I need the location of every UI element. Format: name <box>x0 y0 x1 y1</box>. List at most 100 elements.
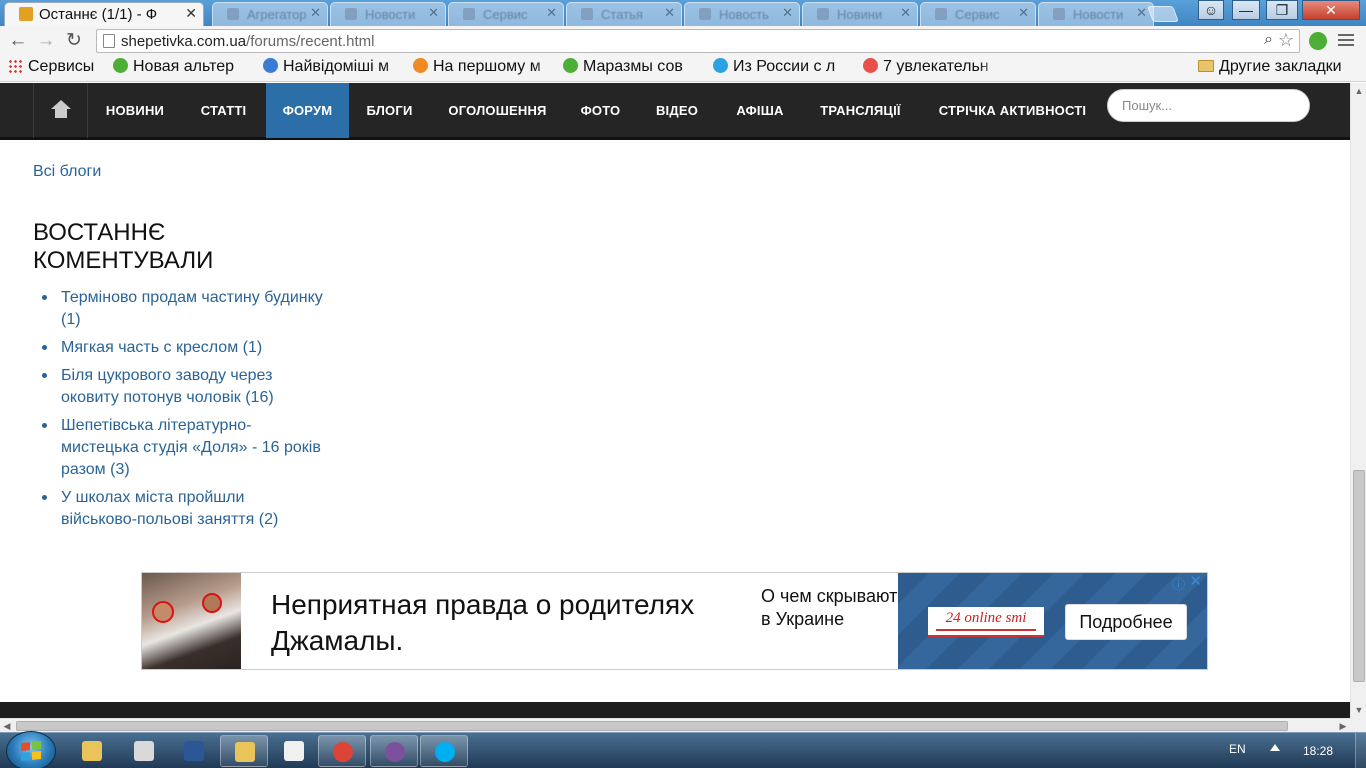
home-button[interactable] <box>33 83 88 138</box>
taskbar-app-word[interactable] <box>170 735 218 767</box>
tab-close-icon[interactable]: ✕ <box>782 5 793 21</box>
comment-count: (2) <box>258 511 279 528</box>
tab-close-icon[interactable]: ✕ <box>310 5 321 21</box>
nav-item[interactable]: ФОРУМ <box>266 83 349 138</box>
horizontal-scrollbar[interactable]: ◀ ▶ <box>0 718 1350 732</box>
tab-title: Сервис <box>955 7 1000 22</box>
forward-button[interactable]: → <box>34 29 58 53</box>
ad-close-icon[interactable]: ✕ <box>1189 572 1202 590</box>
image-icon <box>263 58 278 73</box>
nav-item[interactable]: ФОТО <box>565 83 636 138</box>
nav-item[interactable]: СТРІЧКА АКТИВНОСТІ <box>919 83 1106 138</box>
start-button[interactable] <box>6 731 56 768</box>
taskbar-app-chrome[interactable] <box>318 735 366 767</box>
bookmark-item[interactable]: Новая альтер <box>113 58 258 80</box>
zoom-icon[interactable]: ⌕ <box>1264 31 1273 49</box>
bookmark-item[interactable]: Маразмы сов <box>563 58 708 80</box>
user-profile-button[interactable]: ☺ <box>1198 0 1224 20</box>
chrome-menu-icon[interactable] <box>1338 31 1354 51</box>
maximize-button[interactable]: ❐ <box>1266 0 1298 20</box>
comment-link[interactable]: Шепетівська літературно-мистецька студія… <box>61 417 321 478</box>
ad-info-icon[interactable]: ⓘ <box>1172 574 1185 593</box>
bookmark-item[interactable]: На першому м <box>413 58 558 80</box>
tab-close-icon[interactable]: ✕ <box>428 5 439 21</box>
taskbar-app-apps[interactable] <box>270 735 318 767</box>
comment-link[interactable]: Мягкая часть с креслом (1) <box>61 339 262 356</box>
bookmark-item[interactable]: Найвідоміші м <box>263 58 408 80</box>
tab-close-icon[interactable]: ✕ <box>1018 5 1029 21</box>
extension-icon[interactable] <box>1309 32 1327 50</box>
tab-background[interactable]: Статья ✕ <box>566 2 682 26</box>
scroll-down-icon[interactable]: ▼ <box>1351 702 1366 718</box>
tab-active[interactable]: Останнє (1/1) - Ф ✕ <box>4 2 204 26</box>
tab-background[interactable]: Агрегатор ✕ <box>212 2 328 26</box>
reload-button[interactable]: ↻ <box>62 29 86 53</box>
comment-link[interactable]: Біля цукрового заводу через оковиту пото… <box>61 367 274 406</box>
window-close-button[interactable]: ✕ <box>1302 0 1360 20</box>
scroll-up-icon[interactable]: ▲ <box>1351 83 1366 99</box>
tray-expand-icon[interactable] <box>1270 744 1280 751</box>
taskbar-app-viber[interactable] <box>370 735 418 767</box>
vertical-scroll-thumb[interactable] <box>1353 470 1365 682</box>
tab-background[interactable]: Новости ✕ <box>1038 2 1154 26</box>
ad-banner[interactable]: Неприятная правда о родителях Джамалы. О… <box>141 572 1208 670</box>
tab-close-icon[interactable]: ✕ <box>664 5 675 21</box>
tab-background[interactable]: Сервис ✕ <box>920 2 1036 26</box>
nav-item[interactable]: СТАТТІ <box>182 83 265 138</box>
bookmark-item[interactable]: Из России с л <box>713 58 858 80</box>
bookmark-item[interactable]: Сервисы <box>8 58 108 80</box>
tab-background[interactable]: Сервис ✕ <box>448 2 564 26</box>
language-indicator[interactable]: EN <box>1229 742 1246 756</box>
scroll-left-icon[interactable]: ◀ <box>0 719 14 733</box>
nav-item[interactable]: НОВИНИ <box>88 83 182 138</box>
back-button[interactable]: ← <box>6 29 30 53</box>
tab-close-icon[interactable]: ✕ <box>900 5 911 21</box>
bookmark-label: 7 увлекательн <box>883 58 989 75</box>
nav-item[interactable]: ТРАНСЛЯЦІЇ <box>802 83 919 138</box>
minimize-button[interactable]: — <box>1232 0 1260 20</box>
new-tab-button[interactable] <box>1147 6 1179 22</box>
ad-headline[interactable]: Неприятная правда о родителях Джамалы. <box>271 587 751 659</box>
folder-icon <box>235 742 255 762</box>
comment-title: У школах міста пройшли військово-польові… <box>61 489 255 528</box>
site-nav: НОВИНИ СТАТТІ ФОРУМ БЛОГИ ОГОЛОШЕННЯ ФОТО ВІДЕ… <box>0 83 1350 140</box>
address-bar[interactable]: shepetivka.com.ua/forums/recent.html ⌕ ☆ <box>96 29 1300 53</box>
scroll-right-icon[interactable]: ▶ <box>1336 719 1350 733</box>
tab-close-icon[interactable]: ✕ <box>185 5 197 22</box>
other-bookmarks[interactable]: Другие закладки <box>1198 58 1342 80</box>
chrome-icon <box>333 742 353 762</box>
bookmark-item[interactable]: 7 увлекательн <box>863 58 1003 80</box>
pinwheel-icon <box>863 58 878 73</box>
site-search-input[interactable] <box>1107 89 1310 122</box>
tab-close-icon[interactable]: ✕ <box>546 5 557 21</box>
taskbar-app-calendar[interactable] <box>120 735 168 767</box>
recent-comments-list: Терміново продам частину будинку (1) Мягк… <box>33 287 323 537</box>
comment-link[interactable]: У школах міста пройшли військово-польові… <box>61 489 278 528</box>
nav-item[interactable]: ВІДЕО <box>636 83 718 138</box>
tab-background[interactable]: Новини ✕ <box>802 2 918 26</box>
list-item: Терміново продам частину будинку (1) <box>33 287 323 331</box>
taskbar-app-folder[interactable] <box>220 735 268 767</box>
tab-background[interactable]: Новости ✕ <box>330 2 446 26</box>
comment-link[interactable]: Терміново продам частину будинку (1) <box>61 289 323 328</box>
ad-subtext[interactable]: О чем скрывают в Украине <box>761 585 901 631</box>
tab-close-icon[interactable]: ✕ <box>1136 5 1147 21</box>
nav-item[interactable]: ОГОЛОШЕННЯ <box>430 83 565 138</box>
taskbar-app-explorer[interactable] <box>68 735 116 767</box>
ad-photo[interactable] <box>142 573 241 669</box>
nav-item[interactable]: АФІША <box>718 83 802 138</box>
taskbar-app-skype[interactable] <box>420 735 468 767</box>
comment-title: Мягкая часть с креслом <box>61 339 239 356</box>
ad-cta-button[interactable]: Подробнее <box>1065 604 1187 640</box>
show-desktop-button[interactable] <box>1355 733 1366 768</box>
bookmark-star-icon[interactable]: ☆ <box>1278 30 1294 51</box>
clock[interactable]: 18:28 <box>1303 744 1333 758</box>
tab-background[interactable]: Новость ✕ <box>684 2 800 26</box>
vertical-scrollbar[interactable]: ▲ ▼ <box>1350 83 1366 718</box>
horizontal-scroll-thumb[interactable] <box>16 721 1288 731</box>
tab-title: Статья <box>601 7 643 22</box>
all-blogs-link[interactable]: Всі блоги <box>33 163 101 181</box>
comment-title: Біля цукрового заводу через оковиту пото… <box>61 367 273 406</box>
nav-item[interactable]: БЛОГИ <box>349 83 430 138</box>
up-icon <box>713 58 728 73</box>
